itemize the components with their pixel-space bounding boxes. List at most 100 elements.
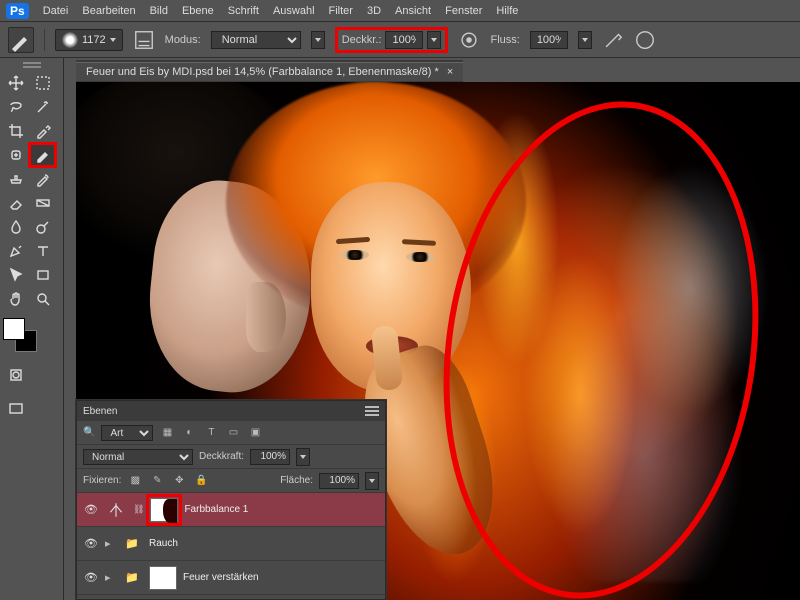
layer-filter-kind[interactable]: Art [101,425,153,441]
brush-size-value: 1172 [82,34,106,46]
flow-input[interactable] [530,31,568,49]
menu-image[interactable]: Bild [150,5,168,17]
opacity-dropdown[interactable] [427,31,441,49]
link-icon: ⛓ [133,504,144,515]
layer-row-feuer[interactable]: 👁 ▸ 📁 Feuer verstärken [77,561,385,595]
color-swatches[interactable] [3,318,37,352]
airbrush-icon[interactable] [602,29,624,51]
visibility-eye-icon[interactable]: 👁 [83,503,99,516]
opacity-group-highlight: Deckkr.: [335,27,449,53]
lock-label: Fixieren: [83,475,121,486]
dodge-tool[interactable] [30,216,55,238]
filter-kind-icon[interactable]: 🔍 [83,427,95,438]
panel-menu-icon[interactable] [365,406,379,416]
disclosure-icon[interactable]: ▸ [105,537,115,550]
toolbar-grip-icon[interactable] [23,62,41,68]
menu-layer[interactable]: Ebene [182,5,214,17]
layer-fill-dropdown[interactable] [365,472,379,490]
quick-mask-icon[interactable] [3,364,28,386]
lock-all-icon[interactable]: 🔒 [193,473,209,489]
menu-file[interactable]: Datei [43,5,69,17]
flow-label: Fluss: [490,34,519,46]
blend-mode-step[interactable] [311,31,325,49]
blur-tool[interactable] [3,216,28,238]
document-tab-bar: Feuer und Eis by MDI.psd bei 14,5% (Farb… [76,60,463,82]
layer-mask-thumb[interactable] [149,566,177,590]
options-bar: 1172 Modus: Normal Deckkr.: Fluss: [0,22,800,58]
menu-3d[interactable]: 3D [367,5,381,17]
layer-opacity-input[interactable] [250,449,290,465]
visibility-eye-icon[interactable]: 👁 [83,571,99,584]
blend-mode-select[interactable]: Normal [211,31,301,49]
crop-tool[interactable] [3,120,28,142]
brush-tool[interactable] [30,144,55,166]
eraser-tool[interactable] [3,192,28,214]
app-logo: Ps [6,3,29,19]
close-icon[interactable]: × [447,66,453,78]
eyedropper-tool[interactable] [30,120,55,142]
pressure-size-icon[interactable] [634,29,656,51]
menu-select[interactable]: Auswahl [273,5,315,17]
pen-tool[interactable] [3,240,28,262]
lasso-tool[interactable] [3,96,28,118]
brush-preview-icon [62,32,78,48]
menu-view[interactable]: Ansicht [395,5,431,17]
lock-paint-icon[interactable]: ✎ [149,473,165,489]
layer-row-rauch[interactable]: 👁 ▸ 📁 Rauch [77,527,385,561]
flow-dropdown[interactable] [578,31,592,49]
visibility-eye-icon[interactable]: 👁 [83,537,99,550]
brush-panel-toggle-icon[interactable] [133,29,155,51]
foreground-color-swatch[interactable] [3,318,25,340]
tool-preset-picker[interactable] [8,27,34,53]
folder-icon: 📁 [121,533,143,555]
color-balance-icon [105,499,127,521]
brush-preset-picker[interactable]: 1172 [55,29,123,51]
screen-mode-icon[interactable] [3,398,28,420]
layer-opacity-dropdown[interactable] [296,448,310,466]
opacity-label: Deckkr.: [342,34,382,46]
healing-brush-tool[interactable] [3,144,28,166]
layer-row-farbbalance[interactable]: 👁 ⛓ Farbbalance 1 [77,493,385,527]
gradient-tool[interactable] [30,192,55,214]
menu-help[interactable]: Hilfe [496,5,518,17]
layer-name: Feuer verstärken [183,572,259,583]
layer-name: Farbbalance 1 [184,504,248,515]
filter-type-icon[interactable]: T [203,425,219,441]
layer-list: 👁 ⛓ Farbbalance 1 👁 ▸ 📁 Rauch 👁 ▸ 📁 Feue… [77,493,385,595]
layers-panel-tab[interactable]: Ebenen [83,406,117,417]
marquee-tool[interactable] [30,72,55,94]
menubar: Ps Datei Bearbeiten Bild Ebene Schrift A… [0,0,800,22]
clone-stamp-tool[interactable] [3,168,28,190]
layer-mask-thumb[interactable] [150,498,178,522]
tools-panel [0,58,64,600]
filter-shape-icon[interactable]: ▭ [225,425,241,441]
menu-filter[interactable]: Filter [329,5,353,17]
filter-smart-icon[interactable]: ▣ [247,425,263,441]
layer-blend-mode[interactable]: Normal [83,449,193,465]
filter-adjust-icon[interactable]: ◐ [181,425,197,441]
magic-wand-tool[interactable] [30,96,55,118]
hand-tool[interactable] [3,288,28,310]
document-tab-title: Feuer und Eis by MDI.psd bei 14,5% (Farb… [86,66,439,78]
document-tab[interactable]: Feuer und Eis by MDI.psd bei 14,5% (Farb… [76,62,463,81]
layer-name: Rauch [149,538,178,549]
menu-window[interactable]: Fenster [445,5,482,17]
history-brush-tool[interactable] [30,168,55,190]
layers-panel: Ebenen 🔍 Art ▦ ◐ T ▭ ▣ Normal Deckkraft:… [76,400,386,600]
layer-fill-input[interactable] [319,473,359,489]
lock-transparency-icon[interactable]: ▩ [127,473,143,489]
disclosure-icon[interactable]: ▸ [105,571,115,584]
type-tool[interactable] [30,240,55,262]
move-tool[interactable] [3,72,28,94]
pressure-opacity-icon[interactable] [458,29,480,51]
menu-edit[interactable]: Bearbeiten [82,5,135,17]
path-selection-tool[interactable] [3,264,28,286]
menu-type[interactable]: Schrift [228,5,259,17]
rectangle-tool[interactable] [30,264,55,286]
lock-position-icon[interactable]: ✥ [171,473,187,489]
opacity-input[interactable] [385,31,423,49]
zoom-tool[interactable] [30,288,55,310]
filter-pixel-icon[interactable]: ▦ [159,425,175,441]
layer-opacity-label: Deckkraft: [199,451,244,462]
fill-label: Fläche: [280,475,313,486]
